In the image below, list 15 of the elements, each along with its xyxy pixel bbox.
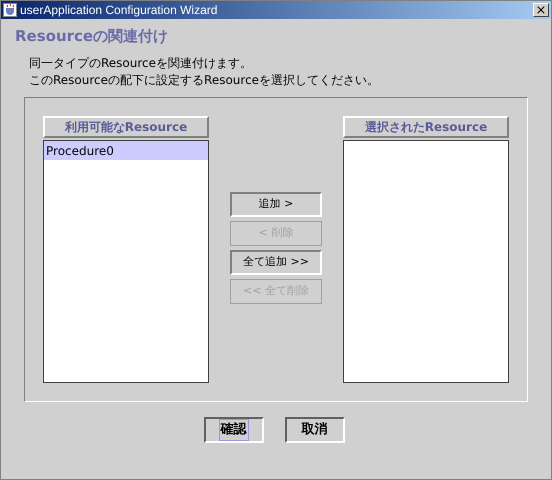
page-heading: Resourceの関連付け <box>15 26 168 46</box>
move-button[interactable]: 全て追加 >> <box>230 250 322 275</box>
list-box[interactable] <box>343 140 509 383</box>
description-text: このResourceの配下に設定するResourceを選択してください。 <box>29 72 380 89</box>
move-button[interactable]: 追加 > <box>230 192 322 217</box>
list-box[interactable]: Procedure0 <box>43 140 209 383</box>
dialog-button[interactable]: 確認 <box>204 417 264 443</box>
dialog-button[interactable]: 取消 <box>284 417 344 443</box>
close-button[interactable]: × <box>533 3 549 17</box>
list-header: 選択されたResource <box>343 116 509 138</box>
list-item[interactable]: Procedure0 <box>44 141 208 160</box>
list-header: 利用可能なResource <box>43 116 209 138</box>
app-icon <box>3 3 17 17</box>
window-title: userApplication Configuration Wizard <box>20 4 218 16</box>
description-text: 同一タイプのResourceを関連付けます。 <box>29 55 252 72</box>
